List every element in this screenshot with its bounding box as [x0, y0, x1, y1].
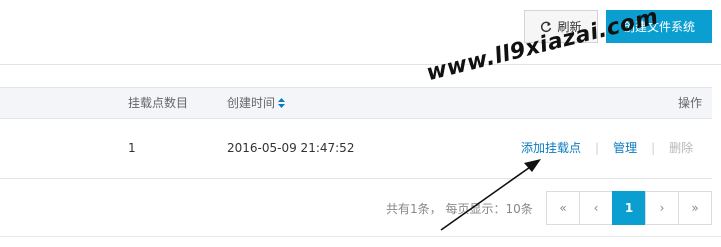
last-page-button[interactable]: » — [678, 191, 712, 225]
page-button-current[interactable]: 1 — [612, 191, 646, 225]
column-header-created-time[interactable]: 创建时间 — [227, 88, 286, 118]
create-file-system-label: 创建文件系统 — [622, 20, 695, 34]
column-header-mount-count: 挂载点数目 — [128, 96, 189, 110]
sort-icon[interactable] — [278, 98, 286, 108]
mount-count-cell: 1 — [128, 141, 136, 155]
refresh-label: 刷新 — [557, 20, 582, 34]
action-separator: | — [595, 141, 600, 155]
refresh-icon — [541, 21, 552, 32]
manage-link[interactable]: 管理 — [613, 119, 637, 178]
column-header-created-time-label: 创建时间 — [227, 96, 276, 110]
divider — [0, 236, 721, 237]
row-actions: 添加挂载点 | 管理 | 删除 — [521, 119, 693, 178]
table-row: 1 2016-05-09 21:47:52 添加挂载点 | 管理 | 删除 — [0, 119, 712, 179]
refresh-button[interactable]: 刷新 — [524, 10, 598, 43]
create-file-system-button[interactable]: 创建文件系统 — [606, 10, 712, 43]
table-header: 挂载点数目 创建时间 操作 — [0, 87, 712, 119]
add-mount-point-link[interactable]: 添加挂载点 — [521, 119, 581, 178]
delete-link: 删除 — [669, 141, 694, 155]
next-page-button[interactable]: › — [645, 191, 679, 225]
prev-page-button[interactable]: ‹ — [579, 191, 613, 225]
column-header-actions: 操作 — [677, 96, 702, 110]
pagination-info: 共有1条， 每页显示：10条 — [386, 202, 533, 216]
pagination: « ‹ 1 › » — [546, 191, 712, 225]
divider — [0, 64, 721, 65]
created-time-cell: 2016-05-09 21:47:52 — [227, 141, 355, 155]
first-page-button[interactable]: « — [546, 191, 580, 225]
action-separator: | — [651, 141, 656, 155]
file-system-page: 刷新 创建文件系统 挂载点数目 创建时间 操作 1 2016-05-09 21:… — [0, 0, 721, 247]
